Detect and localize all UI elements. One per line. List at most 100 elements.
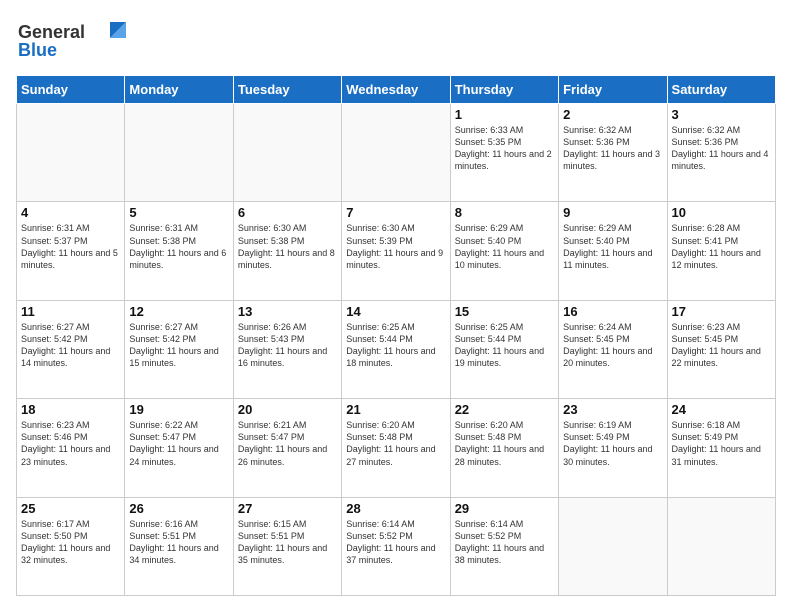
day-number: 23 bbox=[563, 402, 662, 417]
day-info: Sunrise: 6:31 AM Sunset: 5:38 PM Dayligh… bbox=[129, 222, 228, 271]
day-number: 24 bbox=[672, 402, 771, 417]
logo: General Blue bbox=[16, 16, 126, 65]
day-number: 12 bbox=[129, 304, 228, 319]
logo-icon: General Blue bbox=[16, 16, 126, 60]
calendar-header-row: SundayMondayTuesdayWednesdayThursdayFrid… bbox=[17, 76, 776, 104]
day-number: 10 bbox=[672, 205, 771, 220]
week-row-4: 25 Sunrise: 6:17 AM Sunset: 5:50 PM Dayli… bbox=[17, 497, 776, 595]
day-number: 5 bbox=[129, 205, 228, 220]
day-info: Sunrise: 6:29 AM Sunset: 5:40 PM Dayligh… bbox=[455, 222, 554, 271]
day-info: Sunrise: 6:32 AM Sunset: 5:36 PM Dayligh… bbox=[672, 124, 771, 173]
day-info: Sunrise: 6:18 AM Sunset: 5:49 PM Dayligh… bbox=[672, 419, 771, 468]
day-info: Sunrise: 6:16 AM Sunset: 5:51 PM Dayligh… bbox=[129, 518, 228, 567]
day-cell: 6 Sunrise: 6:30 AM Sunset: 5:38 PM Daylig… bbox=[233, 202, 341, 300]
day-cell: 15Sunrise: 6:25 AM Sunset: 5:44 PM Dayli… bbox=[450, 300, 558, 398]
day-cell: 24 Sunrise: 6:18 AM Sunset: 5:49 PM Dayli… bbox=[667, 399, 775, 497]
day-info: Sunrise: 6:31 AM Sunset: 5:37 PM Dayligh… bbox=[21, 222, 120, 271]
day-cell: 9 Sunrise: 6:29 AM Sunset: 5:40 PM Daylig… bbox=[559, 202, 667, 300]
day-number: 8 bbox=[455, 205, 554, 220]
day-cell: 28 Sunrise: 6:14 AM Sunset: 5:52 PM Dayli… bbox=[342, 497, 450, 595]
day-info: Sunrise: 6:30 AM Sunset: 5:38 PM Dayligh… bbox=[238, 222, 337, 271]
day-cell bbox=[342, 104, 450, 202]
day-number: 17 bbox=[672, 304, 771, 319]
day-info: Sunrise: 6:23 AM Sunset: 5:46 PM Dayligh… bbox=[21, 419, 120, 468]
day-info: Sunrise: 6:25 AM Sunset: 5:44 PM Dayligh… bbox=[346, 321, 445, 370]
day-info: Sunrise: 6:17 AM Sunset: 5:50 PM Dayligh… bbox=[21, 518, 120, 567]
day-number: 27 bbox=[238, 501, 337, 516]
col-header-saturday: Saturday bbox=[667, 76, 775, 104]
day-number: 7 bbox=[346, 205, 445, 220]
day-info: Sunrise: 6:21 AM Sunset: 5:47 PM Dayligh… bbox=[238, 419, 337, 468]
day-info: Sunrise: 6:27 AM Sunset: 5:42 PM Dayligh… bbox=[21, 321, 120, 370]
day-number: 6 bbox=[238, 205, 337, 220]
day-info: Sunrise: 6:29 AM Sunset: 5:40 PM Dayligh… bbox=[563, 222, 662, 271]
day-cell: 3Sunrise: 6:32 AM Sunset: 5:36 PM Daylig… bbox=[667, 104, 775, 202]
day-info: Sunrise: 6:14 AM Sunset: 5:52 PM Dayligh… bbox=[455, 518, 554, 567]
day-number: 4 bbox=[21, 205, 120, 220]
day-cell: 16Sunrise: 6:24 AM Sunset: 5:45 PM Dayli… bbox=[559, 300, 667, 398]
header: General Blue bbox=[16, 16, 776, 65]
day-cell bbox=[233, 104, 341, 202]
day-number: 28 bbox=[346, 501, 445, 516]
day-cell: 7 Sunrise: 6:30 AM Sunset: 5:39 PM Daylig… bbox=[342, 202, 450, 300]
day-info: Sunrise: 6:15 AM Sunset: 5:51 PM Dayligh… bbox=[238, 518, 337, 567]
week-row-3: 18 Sunrise: 6:23 AM Sunset: 5:46 PM Dayli… bbox=[17, 399, 776, 497]
day-cell: 19Sunrise: 6:22 AM Sunset: 5:47 PM Dayli… bbox=[125, 399, 233, 497]
day-info: Sunrise: 6:27 AM Sunset: 5:42 PM Dayligh… bbox=[129, 321, 228, 370]
day-cell: 26 Sunrise: 6:16 AM Sunset: 5:51 PM Dayli… bbox=[125, 497, 233, 595]
day-cell: 2 Sunrise: 6:32 AM Sunset: 5:36 PM Daylig… bbox=[559, 104, 667, 202]
day-number: 29 bbox=[455, 501, 554, 516]
day-cell: 13 Sunrise: 6:26 AM Sunset: 5:43 PM Dayli… bbox=[233, 300, 341, 398]
day-number: 2 bbox=[563, 107, 662, 122]
col-header-thursday: Thursday bbox=[450, 76, 558, 104]
day-info: Sunrise: 6:30 AM Sunset: 5:39 PM Dayligh… bbox=[346, 222, 445, 271]
page: General Blue SundayMondayTuesdayWednesda… bbox=[0, 0, 792, 612]
day-cell: 17Sunrise: 6:23 AM Sunset: 5:45 PM Dayli… bbox=[667, 300, 775, 398]
day-number: 26 bbox=[129, 501, 228, 516]
col-header-wednesday: Wednesday bbox=[342, 76, 450, 104]
day-cell: 12 Sunrise: 6:27 AM Sunset: 5:42 PM Dayli… bbox=[125, 300, 233, 398]
day-info: Sunrise: 6:24 AM Sunset: 5:45 PM Dayligh… bbox=[563, 321, 662, 370]
day-info: Sunrise: 6:14 AM Sunset: 5:52 PM Dayligh… bbox=[346, 518, 445, 567]
calendar-table: SundayMondayTuesdayWednesdayThursdayFrid… bbox=[16, 75, 776, 596]
day-cell bbox=[125, 104, 233, 202]
col-header-tuesday: Tuesday bbox=[233, 76, 341, 104]
day-cell: 4 Sunrise: 6:31 AM Sunset: 5:37 PM Daylig… bbox=[17, 202, 125, 300]
day-cell: 23 Sunrise: 6:19 AM Sunset: 5:49 PM Dayli… bbox=[559, 399, 667, 497]
day-info: Sunrise: 6:26 AM Sunset: 5:43 PM Dayligh… bbox=[238, 321, 337, 370]
day-cell: 29 Sunrise: 6:14 AM Sunset: 5:52 PM Dayli… bbox=[450, 497, 558, 595]
day-cell: 20 Sunrise: 6:21 AM Sunset: 5:47 PM Dayli… bbox=[233, 399, 341, 497]
col-header-sunday: Sunday bbox=[17, 76, 125, 104]
day-number: 9 bbox=[563, 205, 662, 220]
day-cell: 27 Sunrise: 6:15 AM Sunset: 5:51 PM Dayli… bbox=[233, 497, 341, 595]
day-cell: 18 Sunrise: 6:23 AM Sunset: 5:46 PM Dayli… bbox=[17, 399, 125, 497]
week-row-1: 4 Sunrise: 6:31 AM Sunset: 5:37 PM Daylig… bbox=[17, 202, 776, 300]
day-cell: 10Sunrise: 6:28 AM Sunset: 5:41 PM Dayli… bbox=[667, 202, 775, 300]
day-number: 18 bbox=[21, 402, 120, 417]
day-info: Sunrise: 6:22 AM Sunset: 5:47 PM Dayligh… bbox=[129, 419, 228, 468]
day-cell bbox=[17, 104, 125, 202]
day-info: Sunrise: 6:20 AM Sunset: 5:48 PM Dayligh… bbox=[455, 419, 554, 468]
day-number: 20 bbox=[238, 402, 337, 417]
col-header-friday: Friday bbox=[559, 76, 667, 104]
day-info: Sunrise: 6:33 AM Sunset: 5:35 PM Dayligh… bbox=[455, 124, 554, 173]
day-cell: 1Sunrise: 6:33 AM Sunset: 5:35 PM Daylig… bbox=[450, 104, 558, 202]
day-cell: 11Sunrise: 6:27 AM Sunset: 5:42 PM Dayli… bbox=[17, 300, 125, 398]
day-cell: 14 Sunrise: 6:25 AM Sunset: 5:44 PM Dayli… bbox=[342, 300, 450, 398]
week-row-2: 11Sunrise: 6:27 AM Sunset: 5:42 PM Dayli… bbox=[17, 300, 776, 398]
day-cell bbox=[667, 497, 775, 595]
day-cell: 5 Sunrise: 6:31 AM Sunset: 5:38 PM Daylig… bbox=[125, 202, 233, 300]
day-number: 25 bbox=[21, 501, 120, 516]
day-number: 14 bbox=[346, 304, 445, 319]
day-cell: 22Sunrise: 6:20 AM Sunset: 5:48 PM Dayli… bbox=[450, 399, 558, 497]
day-cell: 25 Sunrise: 6:17 AM Sunset: 5:50 PM Dayli… bbox=[17, 497, 125, 595]
day-info: Sunrise: 6:32 AM Sunset: 5:36 PM Dayligh… bbox=[563, 124, 662, 173]
svg-text:General: General bbox=[18, 22, 85, 42]
day-info: Sunrise: 6:19 AM Sunset: 5:49 PM Dayligh… bbox=[563, 419, 662, 468]
svg-text:Blue: Blue bbox=[18, 40, 57, 60]
day-cell: 21Sunrise: 6:20 AM Sunset: 5:48 PM Dayli… bbox=[342, 399, 450, 497]
day-number: 13 bbox=[238, 304, 337, 319]
day-cell: 8 Sunrise: 6:29 AM Sunset: 5:40 PM Daylig… bbox=[450, 202, 558, 300]
week-row-0: 1Sunrise: 6:33 AM Sunset: 5:35 PM Daylig… bbox=[17, 104, 776, 202]
col-header-monday: Monday bbox=[125, 76, 233, 104]
